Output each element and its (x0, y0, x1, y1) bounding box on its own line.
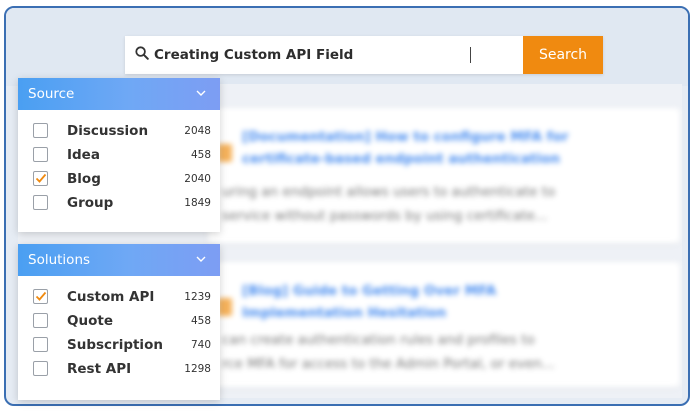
checkbox[interactable] (33, 337, 48, 352)
facet-count: 458 (190, 149, 211, 161)
checkbox[interactable] (33, 195, 48, 210)
checkbox[interactable] (33, 289, 48, 304)
facet-item-custom-api[interactable]: Custom API 1239 (18, 286, 220, 310)
facet-count: 1239 (184, 291, 211, 303)
result-title-line: [Blog] Guide to Getting Over MFA (242, 283, 497, 299)
facet-label: Quote (67, 313, 113, 329)
document-icon (218, 298, 232, 316)
facet-item-subscription[interactable]: Subscription 740 (18, 334, 220, 358)
result-snippet-line: can create authentication rules and prof… (222, 332, 535, 348)
facet-solutions: Solutions Custom API 1239 Quote 458 Subs… (18, 244, 220, 400)
result-snippet: can create authentication rules and prof… (222, 328, 668, 376)
check-icon (35, 291, 47, 301)
facet-count: 458 (190, 315, 211, 327)
facet-item-rest-api[interactable]: Rest API 1298 (18, 358, 220, 382)
search-button[interactable]: Search (523, 36, 603, 74)
facet-label: Idea (67, 147, 100, 163)
facet-count: 1298 (184, 363, 211, 375)
checkbox[interactable] (33, 147, 48, 162)
facet-label: Group (67, 195, 114, 211)
result-title[interactable]: [Blog] Guide to Getting Over MFA Impleme… (242, 280, 666, 324)
result-card[interactable]: [Blog] Guide to Getting Over MFA Impleme… (208, 262, 680, 387)
facet-count: 2048 (184, 125, 211, 137)
result-title-line: [Documentation] How to configure MFA for (242, 129, 569, 145)
facet-label: Custom API (67, 289, 155, 305)
facet-item-quote[interactable]: Quote 458 (18, 310, 220, 334)
result-title-line: certificate-based endpoint authenticatio… (242, 151, 561, 167)
facet-item-group[interactable]: Group 1849 (18, 192, 220, 216)
check-icon (35, 173, 47, 183)
facet-label: Subscription (67, 337, 163, 353)
result-card[interactable]: [Documentation] How to configure MFA for… (208, 108, 680, 243)
facet-title: Solutions (28, 252, 91, 268)
search-bar: Creating Custom API Field Search (125, 36, 603, 74)
facet-item-discussion[interactable]: Discussion 2048 (18, 120, 220, 144)
facet-item-blog[interactable]: Blog 2040 (18, 168, 220, 192)
result-snippet-line: uring an endpoint allows users to authen… (222, 184, 556, 200)
facet-label: Rest API (67, 361, 132, 377)
chevron-down-icon[interactable] (196, 90, 206, 96)
facet-label: Blog (67, 171, 101, 187)
search-input[interactable]: Creating Custom API Field (154, 36, 514, 74)
facet-count: 2040 (184, 173, 211, 185)
checkbox[interactable] (33, 123, 48, 138)
result-snippet-line: service without passwords by using certi… (222, 208, 548, 224)
chevron-down-icon[interactable] (196, 256, 206, 262)
facet-header-solutions[interactable]: Solutions (18, 244, 220, 276)
result-snippet: uring an endpoint allows users to authen… (222, 180, 668, 228)
facet-source: Source Discussion 2048 Idea 458 Blog 204… (18, 78, 220, 232)
facet-list: Discussion 2048 Idea 458 Blog 2040 Group… (18, 110, 220, 216)
facet-title: Source (28, 86, 75, 102)
result-snippet-line: rce MFA for access to the Admin Portal, … (222, 356, 555, 372)
checkbox[interactable] (33, 171, 48, 186)
search-icon (135, 46, 149, 60)
facet-header-source[interactable]: Source (18, 78, 220, 110)
result-title-line: Implementation Hesitation (242, 305, 447, 321)
facet-list: Custom API 1239 Quote 458 Subscription 7… (18, 276, 220, 382)
facet-item-idea[interactable]: Idea 458 (18, 144, 220, 168)
checkbox[interactable] (33, 361, 48, 376)
result-title[interactable]: [Documentation] How to configure MFA for… (242, 126, 666, 170)
facet-count: 1849 (184, 197, 211, 209)
text-cursor (470, 47, 471, 63)
facet-label: Discussion (67, 123, 149, 139)
facet-count: 740 (190, 339, 211, 351)
checkbox[interactable] (33, 313, 48, 328)
document-icon (218, 144, 232, 162)
